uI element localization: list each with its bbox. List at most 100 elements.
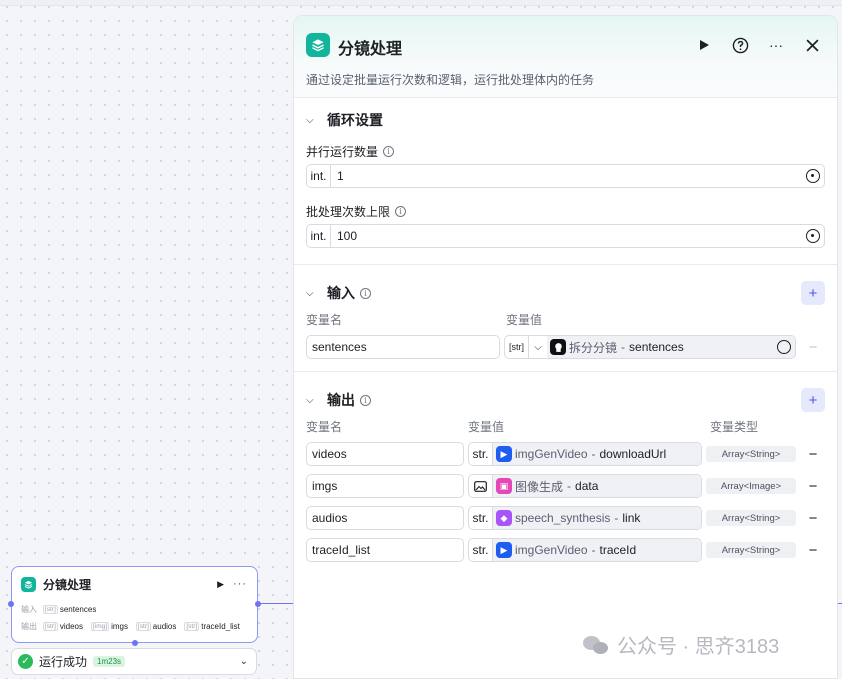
- variable-reference-chip[interactable]: 拆分分镜 - sentences: [547, 336, 795, 358]
- output-var-value-field[interactable]: str. ▶ imgGenVideo - downloadUrl: [468, 442, 702, 466]
- node-input-tag: [str] sentences: [43, 605, 97, 614]
- output-type-badge: Array<String>: [706, 542, 796, 558]
- success-check-icon: ✓: [18, 654, 33, 669]
- help-icon[interactable]: [729, 34, 751, 56]
- output-type-badge: Array<String>: [706, 510, 796, 526]
- top-toolbar-edge: [0, 0, 842, 6]
- str-type-prefix: str.: [469, 539, 493, 561]
- watermark: 公众号 · 思齐3183: [583, 630, 779, 659]
- run-status-bar[interactable]: ✓ 运行成功 1m23s ⌄: [11, 648, 257, 675]
- output-var-name-field[interactable]: imgs: [306, 474, 464, 498]
- close-icon[interactable]: [801, 34, 823, 56]
- output-var-name-field[interactable]: audios: [306, 506, 464, 530]
- batch-node-card[interactable]: 分镜处理 ▶ ··· 输入 [str] sentences 输出 [str] vid…: [8, 566, 261, 646]
- variable-reference-chip[interactable]: ▣ 图像生成 - data: [493, 475, 701, 497]
- output-row: traceId_list str. ▶ imgGenVideo - traceI…: [306, 538, 825, 562]
- image-gen-plugin-icon: ▣: [496, 478, 512, 494]
- int-type-prefix: int.: [307, 225, 331, 247]
- str-type-prefix: str.: [469, 443, 493, 465]
- panel-title[interactable]: 分镜处理: [338, 35, 402, 59]
- node-input-port[interactable]: [8, 601, 14, 607]
- info-icon[interactable]: i: [395, 205, 407, 217]
- output-type-badge: Array<String>: [706, 446, 796, 462]
- str-type-prefix: str.: [469, 507, 493, 529]
- node-input-label: 输入: [21, 605, 37, 614]
- output-row: videos str. ▶ imgGenVideo - downloadUrl …: [306, 442, 825, 466]
- node-output-label: 输出: [21, 622, 37, 631]
- variable-ref-icon[interactable]: [806, 169, 820, 183]
- node-output-tag: [str] videos: [43, 622, 83, 631]
- output-var-value-field[interactable]: ▣ 图像生成 - data: [468, 474, 702, 498]
- node-output-port[interactable]: [255, 601, 261, 607]
- speech-plugin-icon: ◆: [496, 510, 512, 526]
- node-config-panel: 分镜处理 ··· 通过设定批量运行次数和逻辑，运行批处理体内的任务 ⌵ 循环设置…: [293, 15, 838, 679]
- input-section: ⌵ 输入 i + 变量名 变量值 sentences [str] ⌵ 拆分分镜 …: [294, 265, 837, 372]
- more-icon[interactable]: ···: [765, 34, 787, 56]
- info-icon[interactable]: i: [360, 394, 371, 406]
- watermark-text: 公众号 · 思齐3183: [617, 636, 780, 658]
- chevron-down-icon[interactable]: ⌵: [306, 395, 318, 406]
- variable-reference-chip[interactable]: ▶ imgGenVideo - downloadUrl: [493, 443, 701, 465]
- video-plugin-icon: ▶: [496, 542, 512, 558]
- parallel-count-value[interactable]: 1: [337, 169, 344, 183]
- wechat-icon: [583, 634, 611, 656]
- input-var-name-field[interactable]: sentences: [306, 335, 500, 359]
- output-var-name-field[interactable]: videos: [306, 442, 464, 466]
- output-row: imgs ▣ 图像生成 - data Array<Image> −: [306, 474, 825, 498]
- play-icon[interactable]: [693, 34, 715, 56]
- input-section-title[interactable]: 输入: [327, 283, 355, 303]
- output-var-name-field[interactable]: traceId_list: [306, 538, 464, 562]
- parallel-count-input[interactable]: int. 1: [306, 164, 825, 188]
- col-var-value: 变量值: [468, 419, 505, 434]
- output-var-value-field[interactable]: str. ▶ imgGenVideo - traceId: [468, 538, 702, 562]
- col-var-name: 变量名: [306, 419, 343, 434]
- batch-limit-input[interactable]: int. 100: [306, 224, 825, 248]
- node-inputs-row: 输入 [str] sentences: [12, 601, 257, 618]
- connection-edge: [258, 603, 298, 604]
- node-title: 分镜处理: [43, 577, 92, 592]
- batch-limit-label: 批处理次数上限 i: [306, 202, 825, 220]
- variable-ref-icon[interactable]: [806, 229, 820, 243]
- split-storyboard-icon: [550, 339, 566, 355]
- variable-reference-chip[interactable]: ◆ speech_synthesis - link: [493, 507, 701, 529]
- variable-reference-chip[interactable]: ▶ imgGenVideo - traceId: [493, 539, 701, 561]
- loop-settings-title[interactable]: 循环设置: [327, 110, 383, 130]
- panel-header: 分镜处理 ··· 通过设定批量运行次数和逻辑，运行批处理体内的任务: [294, 16, 837, 98]
- parallel-count-label: 并行运行数量 i: [306, 142, 825, 160]
- chevron-down-icon[interactable]: ⌵: [306, 288, 318, 299]
- output-section: ⌵ 输出 i + 变量名 变量值 变量类型 videos str. ▶ imgG…: [294, 372, 837, 562]
- node-output-tag: [str] audios: [135, 622, 177, 631]
- node-more-icon[interactable]: ···: [233, 578, 247, 590]
- loop-settings-section: ⌵ 循环设置 并行运行数量 i int. 1 批处理次数上限 i int. 10…: [294, 98, 837, 265]
- node-outputs-row: 输出 [str] videos [img] imgs [str] audios [st…: [12, 618, 257, 635]
- chevron-down-icon[interactable]: ⌵: [306, 115, 318, 126]
- chevron-down-icon[interactable]: ⌄: [240, 656, 248, 667]
- input-var-value-field[interactable]: [str] ⌵ 拆分分镜 - sentences: [504, 335, 796, 359]
- remove-output-button[interactable]: −: [806, 542, 820, 559]
- node-output-tag: [img] imgs: [90, 622, 128, 631]
- run-time-badge: 1m23s: [93, 656, 126, 667]
- image-type-icon: [469, 475, 493, 497]
- add-input-button[interactable]: +: [801, 281, 825, 305]
- remove-output-button[interactable]: −: [806, 478, 820, 495]
- remove-output-button[interactable]: −: [806, 510, 820, 527]
- info-icon[interactable]: i: [360, 287, 371, 299]
- str-list-type-prefix: [str]: [505, 336, 529, 358]
- type-chevron-down-icon[interactable]: ⌵: [529, 342, 547, 353]
- node-run-icon[interactable]: ▶: [217, 579, 224, 590]
- int-type-prefix: int.: [307, 165, 331, 187]
- output-var-value-field[interactable]: str. ◆ speech_synthesis - link: [468, 506, 702, 530]
- variable-ref-icon[interactable]: [777, 340, 791, 354]
- panel-description: 通过设定批量运行次数和逻辑，运行批处理体内的任务: [306, 73, 595, 87]
- remove-input-button[interactable]: −: [806, 339, 820, 356]
- info-icon[interactable]: i: [383, 145, 395, 157]
- col-var-value: 变量值: [506, 312, 543, 327]
- output-section-title[interactable]: 输出: [327, 390, 355, 410]
- remove-output-button[interactable]: −: [806, 446, 820, 463]
- batch-node-icon: [21, 576, 36, 592]
- output-row: audios str. ◆ speech_synthesis - link Ar…: [306, 506, 825, 530]
- node-body-port[interactable]: [132, 640, 138, 646]
- status-text: 运行成功: [39, 655, 88, 669]
- batch-limit-value[interactable]: 100: [337, 229, 357, 243]
- add-output-button[interactable]: +: [801, 388, 825, 412]
